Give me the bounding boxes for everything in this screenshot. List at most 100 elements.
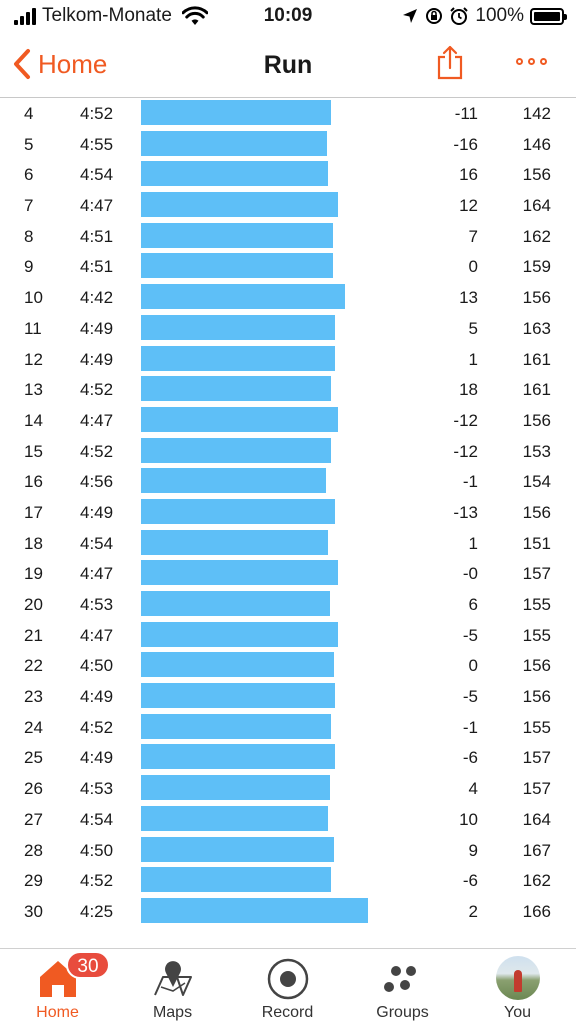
map-pin-icon: [153, 961, 192, 996]
split-pace-bar: [141, 406, 339, 432]
split-elevation: -1: [462, 472, 478, 492]
split-km: 9: [24, 257, 34, 277]
split-row: 24 4:52 -1 155: [0, 712, 576, 743]
status-bar: Telkom-Monate 10:09 100%: [0, 0, 576, 34]
split-elevation: 13: [459, 288, 478, 308]
split-pace: 4:52: [80, 104, 114, 123]
split-elevation: -5: [462, 687, 478, 707]
split-elevation: -1: [462, 717, 478, 737]
split-heart-rate: 161: [522, 380, 551, 400]
split-row: 6 4:54 16 156: [0, 159, 576, 190]
split-elevation: 9: [468, 840, 478, 860]
split-row: 27 4:54 10 164: [0, 804, 576, 835]
split-pace: 4:49: [80, 502, 114, 522]
split-km: 23: [24, 687, 43, 707]
split-row: 11 4:49 5 163: [0, 313, 576, 344]
split-heart-rate: 156: [522, 165, 551, 185]
page-title: Run: [263, 51, 313, 79]
split-pace: 4:54: [80, 809, 114, 829]
split-pace-bar: [141, 161, 329, 187]
tab-record-label: Record: [261, 1004, 314, 1021]
share-icon[interactable]: [436, 44, 464, 80]
split-heart-rate: 162: [522, 226, 551, 246]
split-pace: 4:52: [80, 717, 114, 737]
split-pace: 4:49: [80, 687, 114, 707]
split-row: 10 4:42 13 156: [0, 282, 576, 313]
split-pace: 4:52: [80, 871, 114, 891]
split-km: 16: [24, 472, 43, 492]
split-elevation: -12: [453, 410, 478, 430]
split-pace: 4:56: [80, 472, 114, 492]
split-pace-bar: [141, 683, 336, 709]
split-km: 29: [24, 871, 43, 891]
split-km: 18: [24, 533, 43, 553]
split-pace: 4:49: [80, 748, 114, 768]
location-arrow-icon: [403, 9, 418, 23]
split-heart-rate: 157: [522, 748, 551, 768]
split-elevation: 4: [468, 779, 478, 799]
split-km: 15: [24, 441, 43, 461]
tab-groups[interactable]: Groups: [345, 949, 460, 1024]
split-row: 18 4:54 1 151: [0, 528, 576, 559]
split-pace-bar: [141, 591, 330, 616]
split-elevation: 5: [468, 318, 478, 338]
split-pace-bar: [141, 652, 334, 678]
split-pace: 4:47: [80, 410, 114, 430]
split-row: 26 4:53 4 157: [0, 773, 576, 804]
split-pace-bar: [141, 713, 332, 739]
status-right: 100%: [401, 5, 567, 27]
split-elevation: 1: [468, 533, 478, 553]
split-elevation: 12: [459, 196, 478, 216]
split-pace-bar: [141, 529, 329, 555]
split-heart-rate: 167: [522, 840, 551, 860]
split-km: 10: [24, 288, 43, 308]
tab-maps[interactable]: Maps: [115, 949, 230, 1024]
split-heart-rate: 154: [522, 472, 551, 492]
split-km: 17: [24, 502, 43, 522]
split-heart-rate: 166: [522, 901, 551, 921]
split-elevation: -12: [453, 441, 478, 461]
split-km: 30: [24, 901, 43, 921]
tab-you-label: You: [504, 1004, 531, 1021]
split-pace: 4:55: [80, 134, 114, 154]
split-km: 21: [24, 625, 43, 645]
split-km: 5: [24, 134, 34, 154]
rotation-lock-icon: [426, 8, 443, 24]
split-pace: 4:53: [80, 779, 114, 799]
split-pace: 4:42: [80, 288, 114, 308]
split-row: 16 4:56 -1 154: [0, 466, 576, 497]
split-km: 24: [24, 717, 43, 737]
split-heart-rate: 156: [522, 687, 551, 707]
split-pace-bar: [141, 897, 369, 923]
tab-home[interactable]: 30 Home: [0, 949, 115, 1024]
split-elevation: 16: [459, 165, 478, 185]
split-row: 20 4:53 6 155: [0, 589, 576, 620]
split-pace: 4:50: [80, 840, 114, 860]
split-pace-bar: [141, 345, 336, 371]
split-heart-rate: 151: [522, 533, 551, 553]
split-elevation: 7: [468, 226, 478, 246]
split-pace: 4:49: [80, 318, 114, 338]
split-elevation: 0: [468, 656, 478, 676]
split-row: 8 4:51 7 162: [0, 221, 576, 252]
split-pace: 4:25: [80, 901, 114, 921]
split-elevation: -11: [454, 104, 478, 123]
split-row: 13 4:52 18 161: [0, 374, 576, 405]
split-km: 27: [24, 809, 43, 829]
split-pace-bar: [141, 100, 332, 125]
split-row: 12 4:49 1 161: [0, 344, 576, 375]
split-heart-rate: 156: [522, 410, 551, 430]
split-pace-bar: [141, 437, 332, 463]
more-options-icon[interactable]: [516, 58, 547, 65]
tab-bar: 30 Home Maps Record Groups You: [0, 948, 576, 1024]
notification-badge: 30: [66, 951, 110, 979]
tab-record[interactable]: Record: [230, 949, 345, 1024]
split-elevation: -0: [462, 564, 478, 584]
split-km: 20: [24, 595, 43, 614]
split-row: 21 4:47 -5 155: [0, 620, 576, 651]
split-elevation: 18: [459, 380, 478, 400]
tab-home-label: Home: [36, 1004, 79, 1021]
tab-you[interactable]: You: [460, 949, 575, 1024]
split-km: 6: [24, 165, 34, 185]
split-km: 12: [24, 349, 43, 369]
